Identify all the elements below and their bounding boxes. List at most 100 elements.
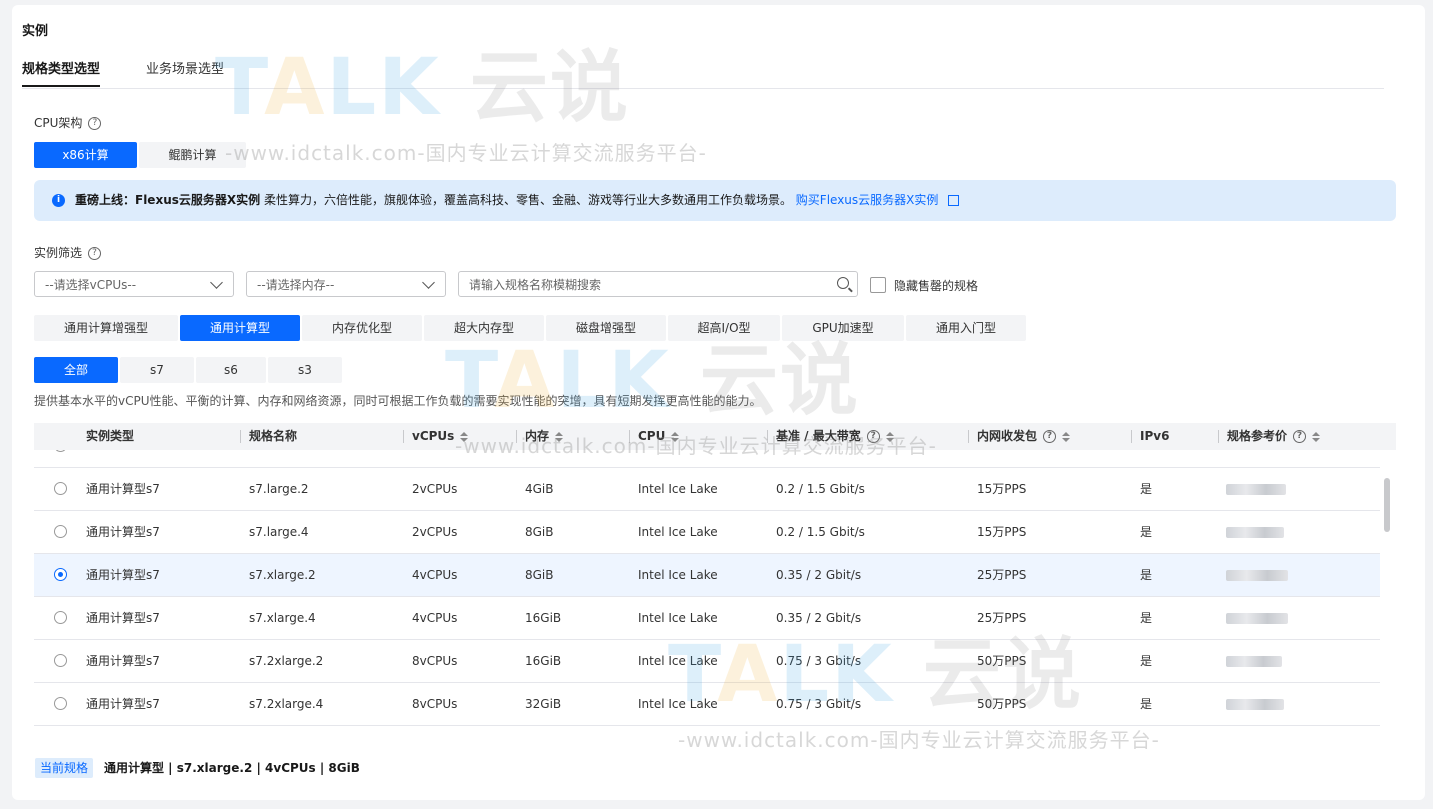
type-tab-memory-optimized[interactable]: 内存优化型: [302, 315, 422, 341]
col-instance-type: 实例类型: [86, 429, 135, 443]
cell-vcpus: 8vCPUs: [412, 654, 458, 668]
col-price[interactable]: 规格参考价?: [1218, 423, 1321, 450]
cell-bw: 0.2 / 1.5 Gbit/s: [776, 525, 865, 539]
cpu-kunpeng-button[interactable]: 鲲鹏计算: [139, 142, 246, 168]
col-cpu[interactable]: CPU: [629, 423, 680, 450]
cell-ipv6: 是: [1140, 611, 1153, 625]
table-scrollbar[interactable]: [1384, 478, 1390, 532]
cell-bw: 0.75 / 3 Gbit/s: [776, 654, 862, 668]
cell-pps: 50万PPS: [977, 654, 1027, 668]
table-body: 通用计算型s7 s7.large.2 2vCPUs 4GiB Intel Ice Lak…: [34, 450, 1380, 728]
series-tab-s7[interactable]: s7: [120, 357, 194, 383]
help-icon: ?: [866, 430, 880, 443]
sort-icon: [885, 431, 894, 442]
cell-pps: 25万PPS: [977, 568, 1027, 582]
cell-ipv6: 是: [1140, 525, 1153, 539]
row-radio[interactable]: [54, 482, 67, 495]
search-icon[interactable]: [837, 277, 849, 289]
cell-mem: 16GiB: [525, 611, 562, 625]
filter-label: 实例筛选?: [34, 244, 102, 261]
help-icon[interactable]: ?: [88, 117, 102, 130]
series-tab-s3[interactable]: s3: [268, 357, 342, 383]
cell-type: 通用计算型s7: [86, 654, 160, 668]
notice-link[interactable]: 购买Flexus云服务器X实例: [796, 193, 939, 207]
cell-vcpus: 4vCPUs: [412, 568, 458, 582]
price-redacted: [1226, 613, 1288, 624]
row-radio[interactable]: [54, 611, 67, 624]
row-radio[interactable]: [54, 697, 67, 710]
series-tab-s6[interactable]: s6: [196, 357, 266, 383]
table-row[interactable]: 通用计算型s7 s7.2xlarge.4 8vCPUs 32GiB Intel Ice …: [34, 683, 1380, 726]
memory-select[interactable]: --请选择内存--: [246, 271, 446, 297]
type-tab-large-memory[interactable]: 超大内存型: [424, 315, 544, 341]
cell-cpu: Intel Ice Lake: [638, 611, 718, 625]
chevron-down-icon: [422, 276, 435, 289]
sort-icon: [671, 431, 680, 442]
table-row[interactable]: 通用计算型s7 s7.xlarge.4 4vCPUs 16GiB Intel Ice L…: [34, 597, 1380, 640]
hide-soldout-checkbox[interactable]: [870, 277, 886, 293]
col-vcpus[interactable]: vCPUs: [403, 423, 469, 450]
notice-text: 柔性算力，六倍性能，旗舰体验，覆盖高科技、零售、金融、游戏等行业大多数通用工作负…: [260, 193, 792, 207]
cell-mem: 8GiB: [525, 525, 554, 539]
cell-bw: 0.75 / 3 Gbit/s: [776, 697, 862, 711]
cell-pps: 25万PPS: [977, 611, 1027, 625]
row-radio[interactable]: [54, 525, 67, 538]
help-icon: ?: [1043, 430, 1057, 443]
external-link-icon[interactable]: [948, 195, 960, 206]
row-radio[interactable]: [54, 450, 67, 452]
type-tab-general[interactable]: 通用计算型: [180, 315, 300, 341]
hide-soldout-label: 隐藏售罄的规格: [894, 279, 979, 293]
cell-pps: 15万PPS: [977, 482, 1027, 496]
notice-bold: 重磅上线：Flexus云服务器X实例: [75, 193, 261, 207]
notice-banner: i 重磅上线：Flexus云服务器X实例 柔性算力，六倍性能，旗舰体验，覆盖高科…: [34, 180, 1396, 221]
row-radio[interactable]: [54, 654, 67, 667]
col-pps[interactable]: 内网收发包?: [968, 423, 1071, 450]
help-icon: ?: [1293, 430, 1307, 443]
cell-cpu: Intel Ice Lake: [638, 654, 718, 668]
col-bandwidth[interactable]: 基准 / 最大带宽?: [767, 423, 894, 450]
sort-icon: [460, 431, 469, 442]
cell-bw: 0.2 / 1.5 Gbit/s: [776, 482, 865, 496]
cell-mem: 16GiB: [525, 654, 562, 668]
table-row[interactable]: 通用计算型s7 s7.2xlarge.2 8vCPUs 16GiB Intel Ice …: [34, 640, 1380, 683]
cell-mem: 4GiB: [525, 482, 554, 496]
col-spec-name: 规格名称: [240, 423, 297, 450]
type-tab-gpu[interactable]: GPU加速型: [782, 315, 904, 341]
type-tab-entry[interactable]: 通用入门型: [906, 315, 1026, 341]
price-redacted: [1226, 699, 1284, 710]
current-spec-badge: 当前规格: [35, 758, 94, 778]
table-row[interactable]: 通用计算型s7 s7.xlarge.2 4vCPUs 8GiB Intel Ice La…: [34, 554, 1380, 597]
cell-ipv6: 是: [1140, 697, 1153, 711]
sort-icon: [555, 431, 564, 442]
table-row[interactable]: [34, 450, 1380, 468]
help-icon[interactable]: ?: [88, 247, 102, 260]
cell-type: 通用计算型s7: [86, 568, 160, 582]
type-tab-high-io[interactable]: 超高I/O型: [668, 315, 780, 341]
cell-pps: 50万PPS: [977, 697, 1027, 711]
row-radio[interactable]: [54, 568, 67, 581]
cell-vcpus: 4vCPUs: [412, 611, 458, 625]
section-title: 实例: [22, 24, 49, 39]
cell-mem: 8GiB: [525, 568, 554, 582]
sort-icon: [1062, 431, 1071, 442]
table-row[interactable]: 通用计算型s7 s7.large.2 2vCPUs 4GiB Intel Ice Lak…: [34, 468, 1380, 511]
type-tab-general-enhanced[interactable]: 通用计算增强型: [34, 315, 178, 341]
cell-bw: 0.35 / 2 Gbit/s: [776, 611, 862, 625]
tab-spec-type[interactable]: 规格类型选型: [22, 58, 101, 87]
info-icon: i: [52, 194, 65, 207]
search-input[interactable]: 请输入规格名称模糊搜索: [458, 271, 858, 297]
series-tab-all[interactable]: 全部: [34, 357, 118, 383]
cpu-x86-button[interactable]: x86计算: [34, 142, 137, 168]
price-redacted: [1226, 570, 1288, 581]
col-memory[interactable]: 内存: [516, 423, 564, 450]
type-tab-disk-enhanced[interactable]: 磁盘增强型: [546, 315, 666, 341]
cell-name: s7.large.2: [249, 482, 309, 496]
cell-name: s7.xlarge.2: [249, 568, 316, 582]
cell-vcpus: 8vCPUs: [412, 697, 458, 711]
table-row[interactable]: 通用计算型s7 s7.large.4 2vCPUs 8GiB Intel Ice Lak…: [34, 511, 1380, 554]
cell-ipv6: 是: [1140, 654, 1153, 668]
tab-business-scenario[interactable]: 业务场景选型: [146, 58, 224, 85]
cell-pps: 15万PPS: [977, 525, 1027, 539]
vcpu-select[interactable]: --请选择vCPUs--: [34, 271, 234, 297]
col-ipv6: IPv6: [1131, 423, 1169, 450]
